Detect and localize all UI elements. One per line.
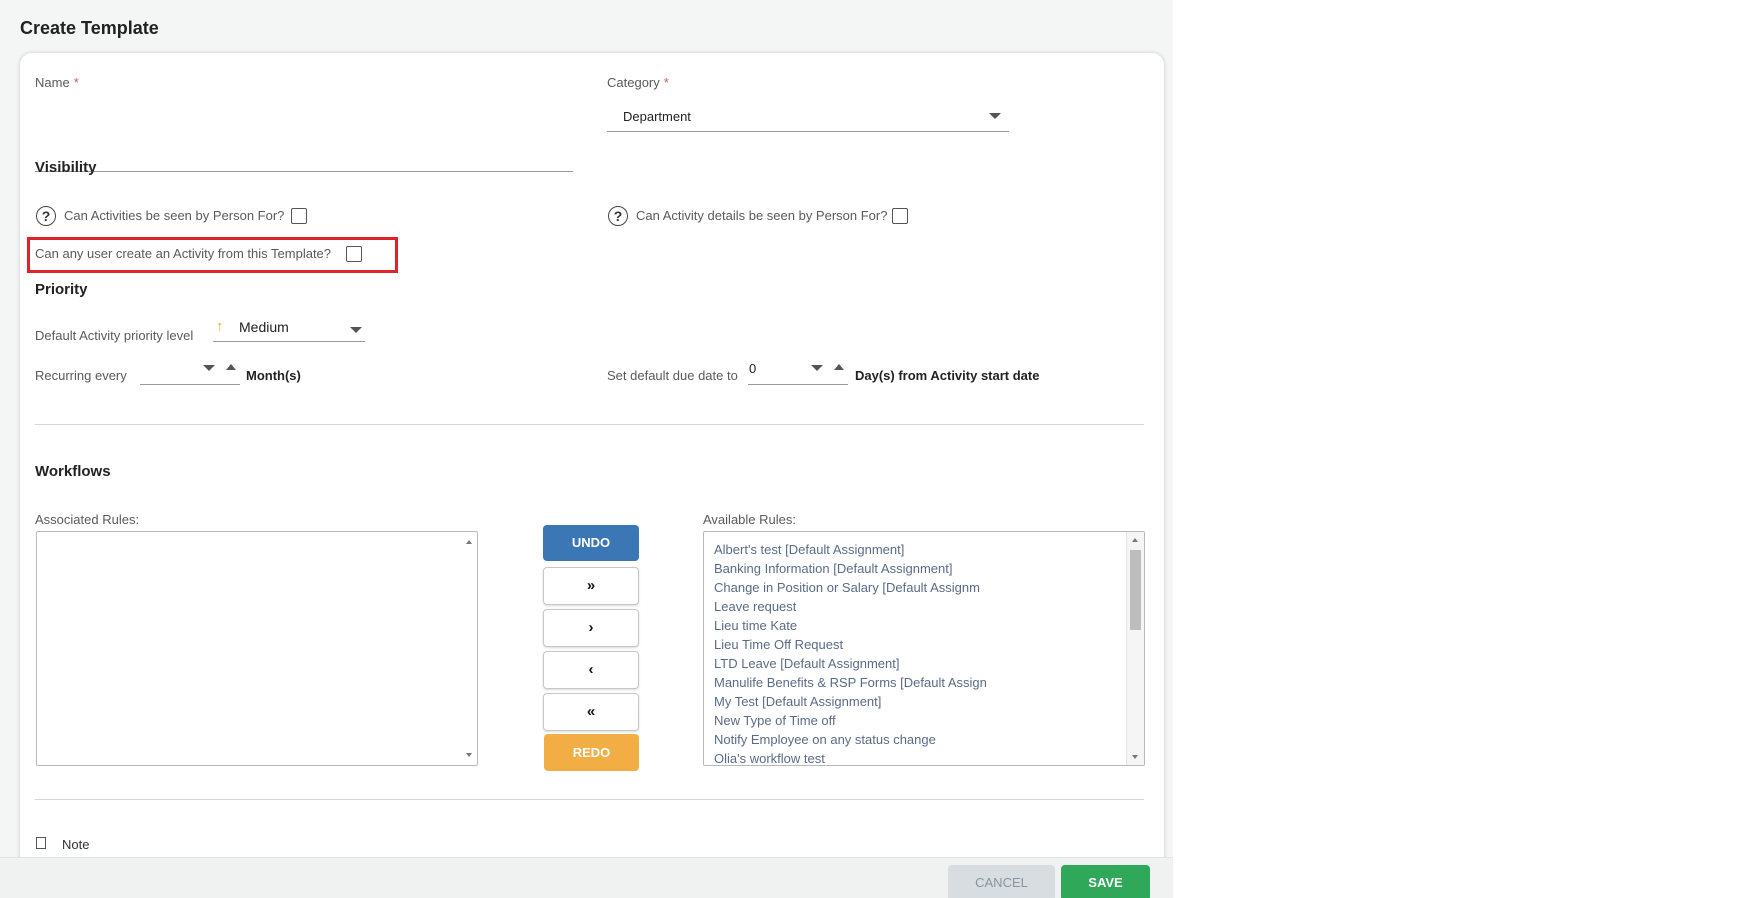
list-item[interactable]: Notify Employee on any status change xyxy=(714,730,987,749)
associated-rules-list[interactable] xyxy=(36,531,478,766)
seen-by-person-checkbox[interactable] xyxy=(291,208,307,224)
priority-value: Medium xyxy=(239,319,289,335)
increment-icon[interactable] xyxy=(226,364,236,370)
due-date-unit: Day(s) from Activity start date xyxy=(855,368,1040,383)
visibility-title: Visibility xyxy=(35,159,97,176)
recurring-label: Recurring every xyxy=(35,368,127,383)
note-icon xyxy=(36,837,46,849)
list-item[interactable]: My Test [Default Assignment] xyxy=(714,692,987,711)
save-button[interactable]: SAVE xyxy=(1061,865,1150,898)
any-user-create-label: Can any user create an Activity from thi… xyxy=(35,246,332,261)
undo-button[interactable]: UNDO xyxy=(543,525,639,561)
scroll-down-icon[interactable] xyxy=(466,753,472,757)
due-date-value: 0 xyxy=(749,361,757,376)
available-rules-items: Albert's test [Default Assignment] Bankin… xyxy=(714,540,987,765)
move-all-right-button[interactable]: » xyxy=(543,567,639,605)
name-label: Name * xyxy=(35,75,79,90)
priority-select[interactable]: ↑ Medium xyxy=(213,315,365,342)
seen-by-person-label: Can Activities be seen by Person For? xyxy=(64,208,285,223)
details-by-person-checkbox[interactable] xyxy=(892,208,908,224)
name-input[interactable] xyxy=(35,149,573,172)
recurring-input[interactable] xyxy=(140,361,240,385)
category-value: Department xyxy=(623,109,691,124)
chevron-down-icon[interactable] xyxy=(811,365,823,371)
due-date-label: Set default due date to xyxy=(607,368,738,383)
template-form-card: Name * Category * Department Visibility ? … xyxy=(20,53,1164,898)
help-icon[interactable]: ? xyxy=(36,206,56,226)
help-icon[interactable]: ? xyxy=(608,206,628,226)
required-mark: * xyxy=(663,75,669,90)
increment-icon[interactable] xyxy=(834,364,844,370)
cancel-button[interactable]: CANCEL xyxy=(948,865,1055,898)
required-mark: * xyxy=(73,75,79,90)
list-item[interactable]: Leave request xyxy=(714,597,987,616)
chevron-down-icon xyxy=(350,327,362,333)
note-label: Note xyxy=(62,837,90,852)
list-item[interactable]: New Type of Time off xyxy=(714,711,987,730)
list-item[interactable]: Change in Position or Salary [Default As… xyxy=(714,578,987,597)
scrollbar-thumb[interactable] xyxy=(1130,550,1141,630)
scroll-up-icon[interactable] xyxy=(1132,538,1138,542)
due-date-input[interactable]: 0 xyxy=(748,361,848,385)
list-item[interactable]: Manulife Benefits & RSP Forms [Default A… xyxy=(714,673,987,692)
list-item[interactable]: Lieu Time Off Request xyxy=(714,635,987,654)
any-user-create-checkbox[interactable] xyxy=(346,246,362,262)
default-priority-label: Default Activity priority level xyxy=(35,328,194,343)
footer-bar: CANCEL SAVE xyxy=(0,857,1173,898)
name-label-text: Name xyxy=(35,75,70,90)
list-item[interactable]: Banking Information [Default Assignment] xyxy=(714,559,987,578)
details-by-person-label: Can Activity details be seen by Person F… xyxy=(636,208,888,223)
app-window: Create Template Name * Category * Departme… xyxy=(0,0,1173,898)
associated-rules-label: Associated Rules: xyxy=(35,512,140,527)
scroll-down-icon[interactable] xyxy=(1132,755,1138,759)
category-label-text: Category xyxy=(607,75,660,90)
arrow-up-icon: ↑ xyxy=(216,318,224,335)
category-label: Category * xyxy=(607,75,669,90)
section-divider xyxy=(35,424,1144,425)
available-rules-list[interactable]: Albert's test [Default Assignment] Bankin… xyxy=(703,531,1145,766)
list-item[interactable]: Albert's test [Default Assignment] xyxy=(714,540,987,559)
list-item[interactable]: LTD Leave [Default Assignment] xyxy=(714,654,987,673)
scroll-up-icon[interactable] xyxy=(466,540,472,544)
list-item[interactable]: Lieu time Kate xyxy=(714,616,987,635)
move-left-button[interactable]: ‹ xyxy=(543,651,639,689)
recurring-unit: Month(s) xyxy=(246,368,301,383)
move-right-button[interactable]: › xyxy=(543,609,639,647)
page-title: Create Template xyxy=(20,18,159,38)
category-select[interactable]: Department xyxy=(607,100,1009,132)
move-all-left-button[interactable]: « xyxy=(543,693,639,731)
list-item[interactable]: Olia's workflow test xyxy=(714,749,987,765)
workflows-title: Workflows xyxy=(35,463,111,480)
chevron-down-icon xyxy=(989,113,1001,119)
redo-button[interactable]: REDO xyxy=(544,734,639,771)
section-divider xyxy=(35,799,1144,800)
priority-title: Priority xyxy=(35,281,88,298)
chevron-down-icon[interactable] xyxy=(203,365,215,371)
available-rules-label: Available Rules: xyxy=(703,512,796,527)
scrollbar[interactable] xyxy=(1126,532,1144,765)
